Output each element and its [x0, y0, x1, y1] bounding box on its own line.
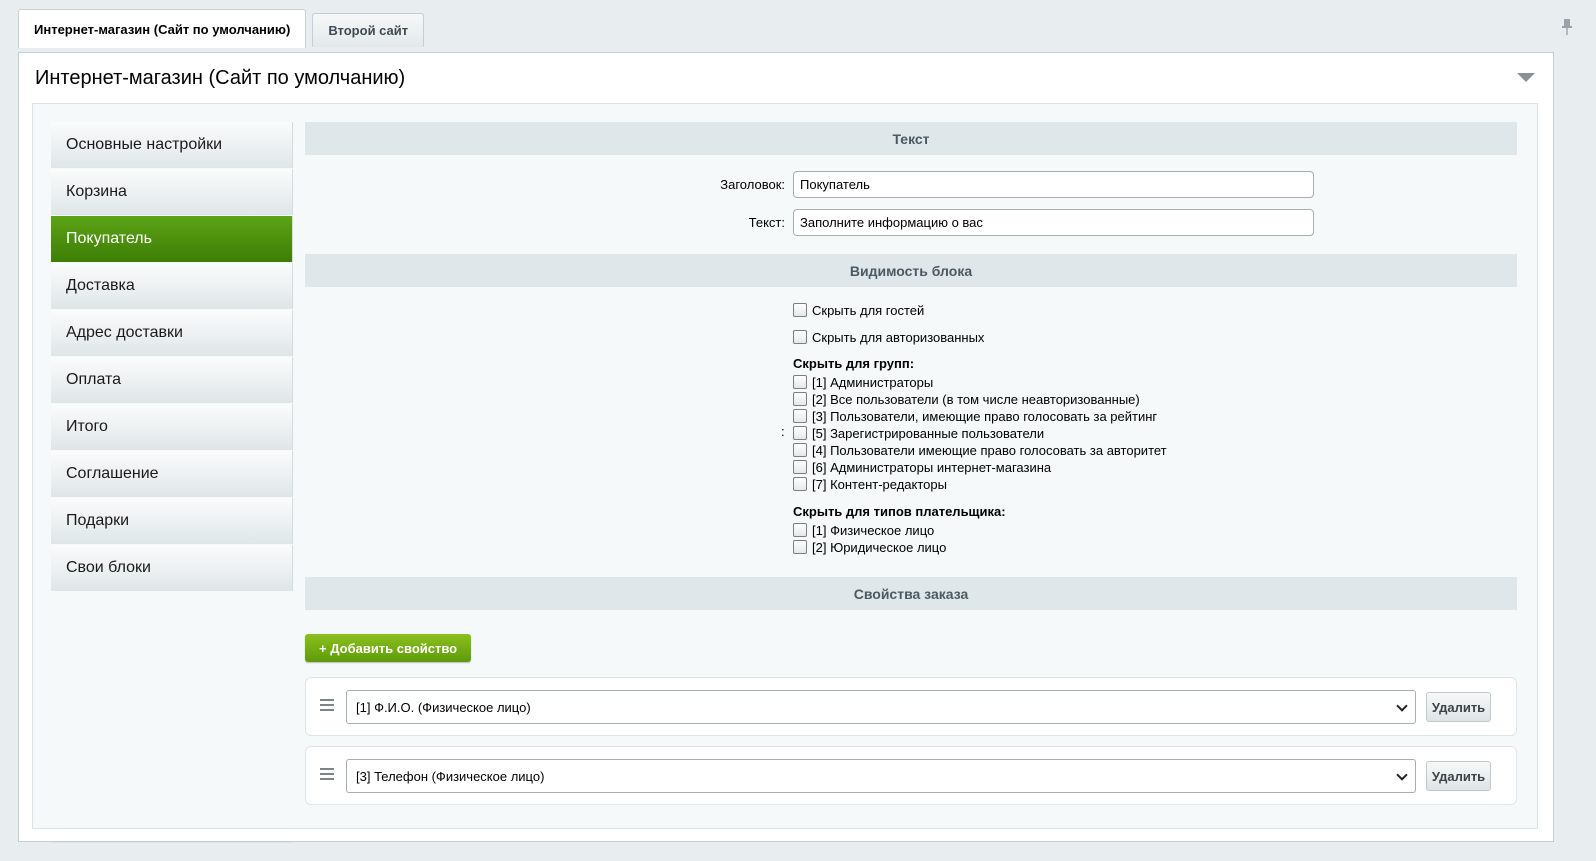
- group-label: [3] Пользователи, имеющие право голосова…: [812, 408, 1158, 424]
- groups-title: Скрыть для групп:: [793, 356, 915, 371]
- group-label: [5] Зарегистрированные пользователи: [812, 425, 1045, 441]
- payer-types-title: Скрыть для типов плательщика:: [793, 504, 1006, 519]
- group-label: [2] Все пользователи (в том числе неавто…: [812, 391, 1140, 407]
- group-option[interactable]: [7] Контент-редакторы: [793, 476, 947, 492]
- add-property-button[interactable]: + Добавить свойство: [305, 634, 472, 662]
- page-title: Интернет-магазин (Сайт по умолчанию): [35, 67, 406, 89]
- group-label: [6] Администраторы интернет-магазина: [812, 459, 1052, 475]
- settings-body: Основные настройки Корзина Покупатель До…: [32, 103, 1538, 843]
- sidebar-item-buyer[interactable]: Покупатель: [51, 216, 293, 262]
- pin-icon[interactable]: [1560, 18, 1574, 36]
- site-tabs: Интернет-магазин (Сайт по умолчанию) Вто…: [18, 8, 430, 48]
- sidebar-item-delivery[interactable]: Доставка: [51, 263, 293, 309]
- section-heading-visibility: Видимость блока: [305, 254, 1517, 287]
- group-checkbox[interactable]: [793, 392, 807, 406]
- hide-authorized-option[interactable]: Скрыть для авторизованных: [793, 329, 984, 345]
- sidebar-item-total[interactable]: Итого: [51, 404, 293, 450]
- chevron-down-icon: [1396, 700, 1408, 712]
- payer-type-checkbox[interactable]: [793, 540, 807, 554]
- property-row: [3] Телефон (Физическое лицо) Удалить: [305, 746, 1517, 805]
- text-input[interactable]: Заполните информацию о вас: [793, 209, 1314, 236]
- sidebar-item-gifts[interactable]: Подарки: [51, 498, 293, 544]
- hide-authorized-label: Скрыть для авторизованных: [812, 329, 985, 345]
- payer-type-label: [2] Юридическое лицо: [812, 539, 947, 555]
- group-option[interactable]: [2] Все пользователи (в том числе неавто…: [793, 391, 1140, 407]
- group-label: [4] Пользователи имеющие право голосоват…: [812, 442, 1167, 458]
- group-option[interactable]: [1] Администраторы: [793, 374, 933, 390]
- group-checkbox[interactable]: [793, 443, 807, 457]
- group-label: [7] Контент-редакторы: [812, 476, 947, 492]
- hide-authorized-checkbox[interactable]: [793, 330, 807, 344]
- sidebar-item-cart[interactable]: Корзина: [51, 169, 293, 215]
- group-checkbox[interactable]: [793, 477, 807, 491]
- property-select[interactable]: [1] Ф.И.О. (Физическое лицо): [346, 690, 1416, 724]
- group-checkbox[interactable]: [793, 426, 807, 440]
- group-checkbox[interactable]: [793, 375, 807, 389]
- settings-panel: Интернет-магазин (Сайт по умолчанию) Осн…: [18, 52, 1554, 843]
- chevron-down-icon: [1396, 769, 1408, 781]
- delete-property-button[interactable]: Удалить: [1426, 692, 1491, 722]
- hide-guests-label: Скрыть для гостей: [812, 302, 925, 318]
- sidebar-item-payment[interactable]: Оплата: [51, 357, 293, 403]
- payer-type-checkbox[interactable]: [793, 523, 807, 537]
- group-checkbox[interactable]: [793, 409, 807, 423]
- property-select-value: [1] Ф.И.О. (Физическое лицо): [356, 699, 531, 715]
- text-label: Текст:: [748, 215, 785, 230]
- title-label: Заголовок:: [720, 177, 785, 192]
- tab-second-site[interactable]: Второй сайт: [312, 13, 425, 47]
- sidebar-item-agreement[interactable]: Соглашение: [51, 451, 293, 497]
- title-input[interactable]: Покупатель: [793, 171, 1314, 198]
- property-row: [1] Ф.И.О. (Физическое лицо) Удалить: [305, 677, 1517, 736]
- group-option[interactable]: [6] Администраторы интернет-магазина: [793, 459, 1051, 475]
- drag-handle-icon[interactable]: [320, 768, 334, 783]
- sidebar-item-main-settings[interactable]: Основные настройки: [51, 122, 293, 168]
- property-select-value: [3] Телефон (Физическое лицо): [356, 768, 545, 784]
- payer-type-option[interactable]: [1] Физическое лицо: [793, 522, 934, 538]
- group-label: [1] Администраторы: [812, 374, 934, 390]
- delete-property-button[interactable]: Удалить: [1426, 761, 1491, 791]
- property-select[interactable]: [3] Телефон (Физическое лицо): [346, 759, 1416, 793]
- sidebar-item-custom-blocks[interactable]: Свои блоки: [51, 545, 293, 591]
- payer-type-option[interactable]: [2] Юридическое лицо: [793, 539, 946, 555]
- group-option[interactable]: [5] Зарегистрированные пользователи: [793, 425, 1044, 441]
- groups-colon: :: [781, 424, 785, 439]
- group-option[interactable]: [3] Пользователи, имеющие право голосова…: [793, 408, 1157, 424]
- tab-main-site[interactable]: Интернет-магазин (Сайт по умолчанию): [18, 9, 307, 48]
- hide-guests-checkbox[interactable]: [793, 303, 807, 317]
- section-heading-order-props: Свойства заказа: [305, 577, 1517, 610]
- group-option[interactable]: [4] Пользователи имеющие право голосоват…: [793, 442, 1167, 458]
- sidebar-item-delivery-address[interactable]: Адрес доставки: [51, 310, 293, 356]
- sidebar: Основные настройки Корзина Покупатель До…: [51, 122, 293, 592]
- collapse-arrow-icon[interactable]: [1517, 73, 1535, 82]
- drag-handle-icon[interactable]: [320, 699, 334, 714]
- group-checkbox[interactable]: [793, 460, 807, 474]
- hide-guests-option[interactable]: Скрыть для гостей: [793, 302, 924, 318]
- payer-type-label: [1] Физическое лицо: [812, 522, 935, 538]
- sidebar-divider: [51, 842, 293, 843]
- section-heading-text: Текст: [305, 122, 1517, 155]
